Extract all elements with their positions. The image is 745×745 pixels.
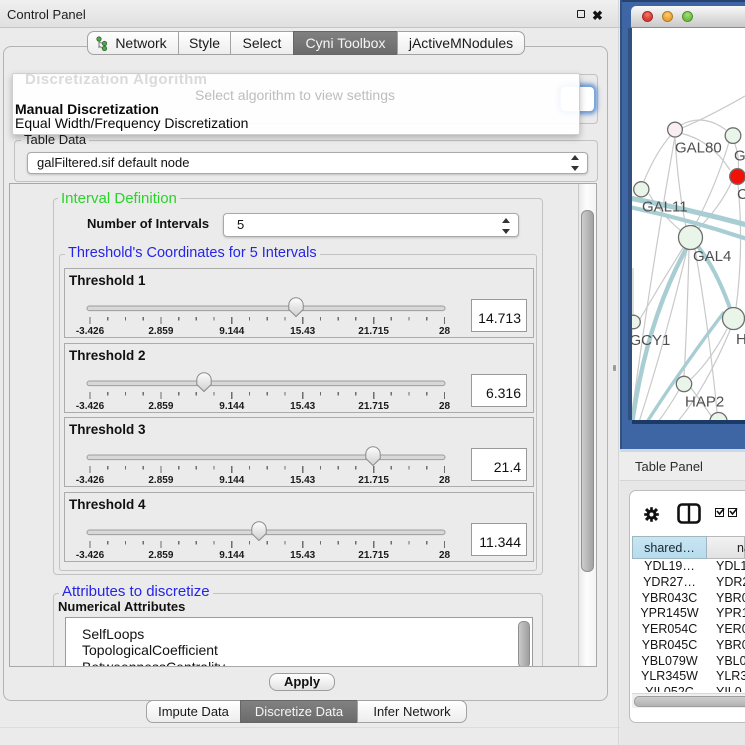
svg-text:H: H bbox=[736, 331, 745, 348]
svg-text:HAP2: HAP2 bbox=[685, 393, 724, 410]
svg-text:GAL4: GAL4 bbox=[693, 248, 731, 265]
svg-text:GCY1: GCY1 bbox=[632, 332, 670, 349]
svg-text:GA: GA bbox=[734, 148, 745, 165]
svg-text:C: C bbox=[737, 186, 745, 203]
svg-text:GAL11: GAL11 bbox=[642, 199, 688, 216]
svg-text:GAL80: GAL80 bbox=[675, 140, 722, 157]
